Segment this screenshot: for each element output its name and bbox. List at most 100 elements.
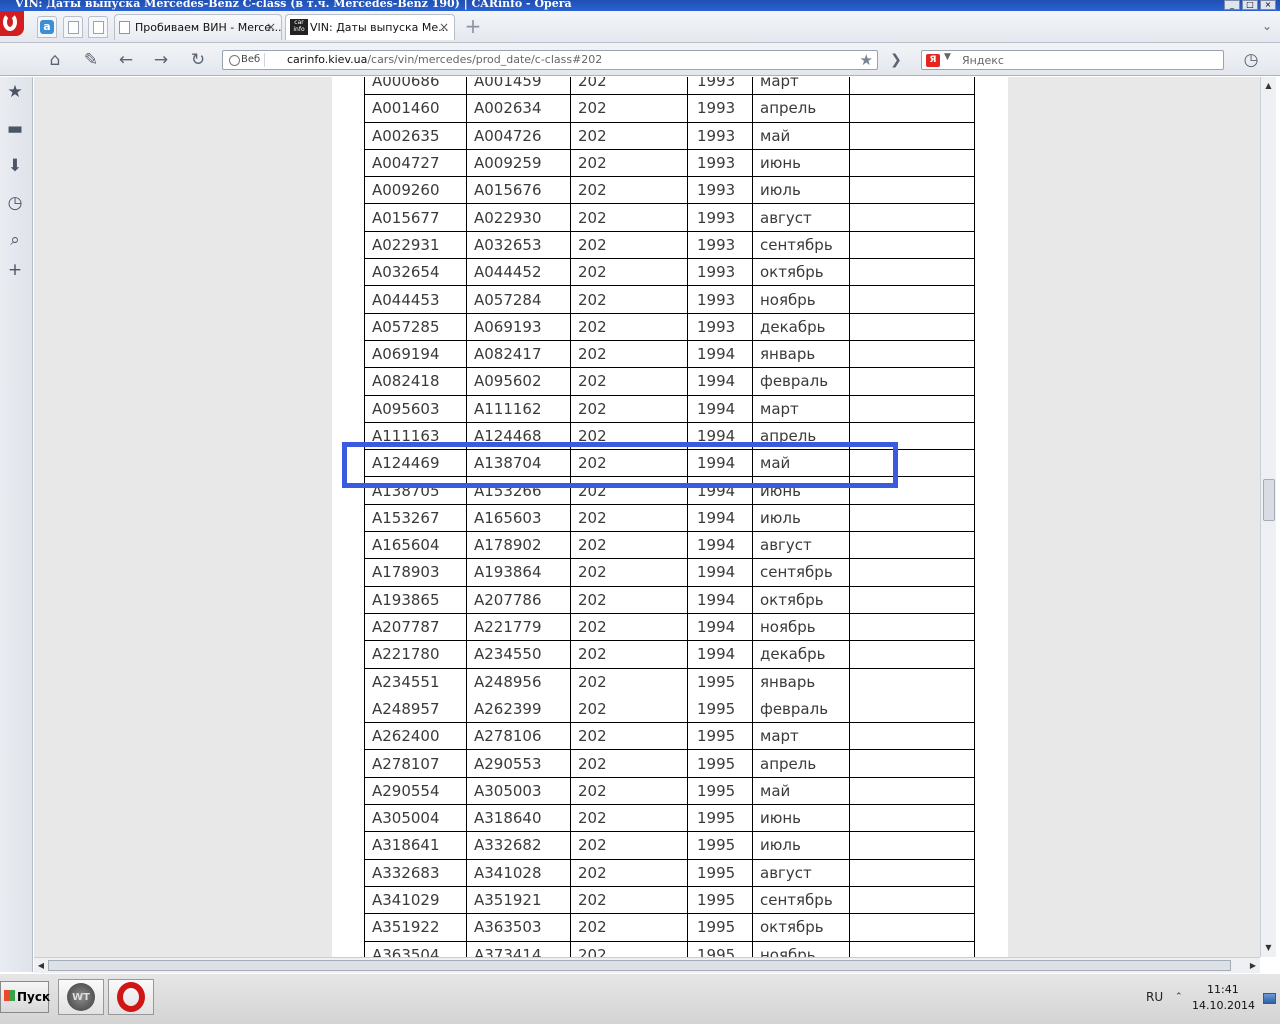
table-row: A290554 A305003 202 1995 май [364,776,975,806]
cell-to: A221779 [466,612,571,642]
pinned-tab-1[interactable]: a [37,16,57,38]
scroll-down-icon[interactable]: ▼ [1261,941,1276,955]
cell-to: A002634 [466,94,571,123]
new-tab-icon[interactable]: + [462,16,484,37]
cell-empty [849,667,975,696]
tab-label: VIN: Даты выпуска Me... [310,21,449,34]
history-icon[interactable]: ◷ [1240,49,1262,71]
cell-model: 202 [570,367,688,396]
opera-menu-button[interactable] [0,11,24,36]
cell-empty [849,312,975,341]
reload-icon[interactable]: ↻ [187,49,209,71]
table-row: A207787 A221779 202 1994 ноябрь [364,612,975,642]
close-tab-icon[interactable]: × [266,20,276,34]
cell-empty [849,203,975,232]
maximize-button[interactable]: □ [1242,0,1258,10]
cell-month: ноябрь [752,612,850,642]
cell-month: март [752,77,850,96]
cell-from: A165604 [364,531,467,560]
cell-to: A290553 [466,749,571,778]
cell-to: A318640 [466,804,571,833]
pencil-icon[interactable]: ✎ [80,49,102,71]
cell-year: 1995 [687,667,753,696]
cell-model: 202 [570,94,688,123]
cell-to: A248956 [466,667,571,696]
downloads-icon[interactable]: ⬇ [5,156,25,176]
table-row: A032654 A044452 202 1993 октябрь [364,258,975,287]
start-button[interactable]: Пуск [0,981,50,1013]
scroll-thumb[interactable] [1263,479,1275,521]
language-indicator[interactable]: RU [1146,990,1163,1004]
cell-to: A032653 [466,230,571,260]
search-placeholder: Яндекс [962,54,1004,67]
tab-vin-daty-vypuska[interactable]: car info VIN: Даты выпуска Me... × [285,14,455,40]
yandex-icon: Я [926,54,940,67]
cell-year: 1994 [687,394,753,423]
cell-to: A009259 [466,148,571,178]
page-column: A000686 A001459 202 1993 март A001460 A002634 2… [332,77,1008,957]
page-icon [68,21,79,34]
search-icon[interactable]: ⌕ [5,230,25,250]
scroll-up-icon[interactable]: ▲ [1261,79,1276,93]
cell-from: A022931 [364,230,467,260]
table-row: A165604 A178902 202 1994 август [364,531,975,560]
close-window-button[interactable]: × [1260,0,1276,10]
cell-to: A022930 [466,203,571,232]
tray-expand-icon[interactable]: ⌃ [1175,992,1183,1002]
bookmark-star-icon[interactable]: ★ [860,51,873,69]
tab-menu-chevron-icon[interactable]: ⌄ [1262,19,1272,33]
vertical-scrollbar[interactable]: ▲ ▼ [1260,77,1276,957]
cell-empty [849,339,975,369]
cell-model: 202 [570,531,688,560]
home-icon[interactable]: ⌂ [44,49,66,71]
cell-month: апрель [752,94,850,123]
forward-icon[interactable]: → [150,49,172,71]
add-panel-icon[interactable]: + [5,260,25,280]
cell-from: A004727 [364,148,467,178]
cell-year: 1995 [687,940,753,957]
cell-year: 1995 [687,885,753,915]
cell-from: A351922 [364,913,467,942]
scroll-left-icon[interactable]: ◀ [34,958,48,973]
minimize-button[interactable]: _ [1224,0,1240,10]
cell-empty [849,94,975,123]
cell-from: A153267 [364,503,467,533]
bookmarks-star-icon[interactable]: ★ [5,82,25,102]
history-clock-icon[interactable]: ◷ [5,193,25,213]
search-engine-dropdown-icon[interactable]: ▼ [944,52,951,62]
cell-model: 202 [570,940,688,957]
cell-empty [849,858,975,887]
horizontal-scroll-thumb[interactable] [48,960,1231,971]
horizontal-scrollbar[interactable]: ◀ ▶ [34,957,1260,973]
cell-month: декабрь [752,640,850,669]
cell-model: 202 [570,831,688,860]
pinned-tab-2[interactable] [63,16,83,38]
cell-from: A363504 [364,940,467,957]
table-row: A351922 A363503 202 1995 октябрь [364,913,975,942]
taskbar-game-app[interactable]: WT [58,979,104,1015]
cell-year: 1994 [687,339,753,369]
security-badge[interactable]: Веб [227,53,266,67]
cell-month: август [752,531,850,560]
cell-empty [849,230,975,260]
tab-probivaem-vin[interactable]: Пробиваем ВИН - Merce... × [114,14,282,40]
cell-from: A234551 [364,667,467,696]
cell-month: июнь [752,148,850,178]
back-icon[interactable]: ← [115,49,137,71]
cell-to: A004726 [466,121,571,150]
cell-model: 202 [570,230,688,260]
show-desktop-icon[interactable] [1263,993,1276,1004]
go-icon[interactable]: ❯ [885,49,907,71]
close-tab-icon[interactable]: × [439,20,449,34]
notes-icon[interactable]: ▬ [5,119,25,139]
cell-month: август [752,858,850,887]
cell-to: A363503 [466,913,571,942]
pinned-tab-3[interactable] [88,16,108,38]
taskbar-opera-app[interactable] [108,979,154,1015]
address-field[interactable]: Веб carinfo.kiev.ua/cars/vin/mercedes/pr… [222,50,878,70]
cell-to: A082417 [466,339,571,369]
system-tray: RU ⌃ 11:41 14.10.2014 [1140,979,1280,1019]
navigation-bar: ⌂ ✎ ← → ↻ Веб carinfo.kiev.ua/cars/vin/m… [0,43,1280,76]
search-field[interactable]: Я ▼ Яндекс [921,50,1224,70]
scroll-right-icon[interactable]: ▶ [1246,958,1260,973]
